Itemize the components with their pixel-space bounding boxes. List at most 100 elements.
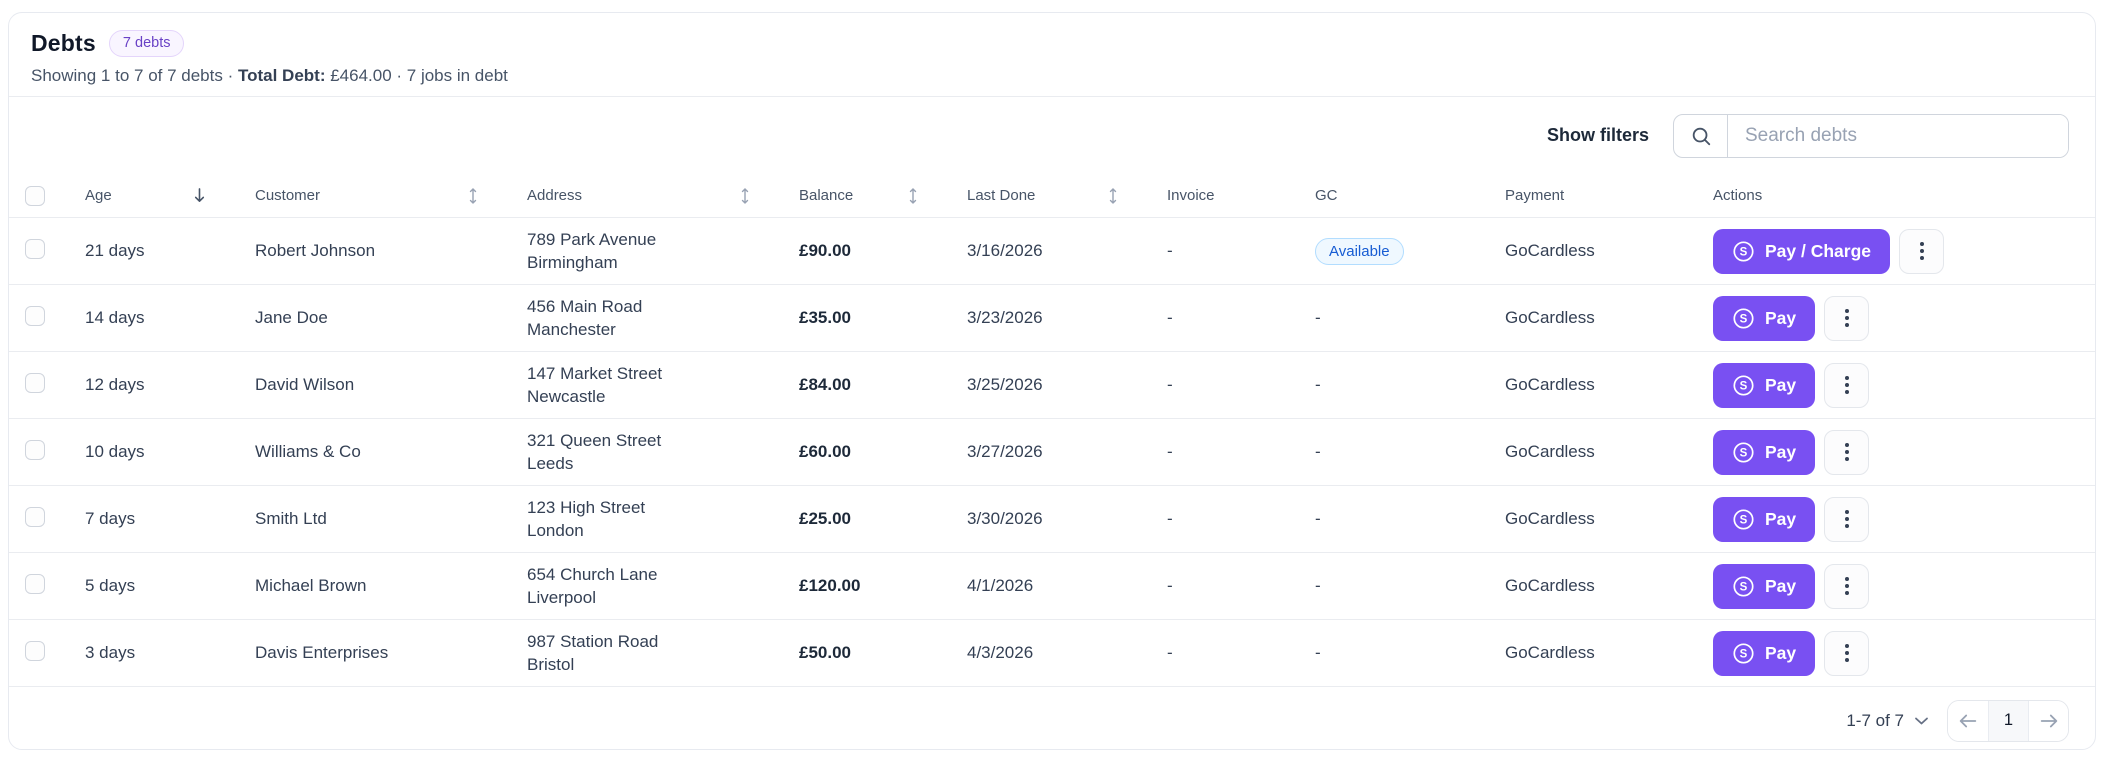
gc-cell: - (1295, 509, 1485, 529)
age-cell: 3 days (85, 643, 136, 662)
gc-status: - (1315, 509, 1321, 528)
column-header-customer[interactable]: Customer (235, 187, 507, 205)
previous-page-button[interactable] (1948, 700, 1988, 741)
pay-button-label: Pay (1765, 508, 1797, 529)
search-input[interactable] (1728, 114, 2068, 157)
search-icon (1674, 114, 1728, 157)
vertical-ellipsis-icon (1844, 517, 1849, 521)
svg-text:S: S (1740, 514, 1748, 526)
address-line-1: 321 Queen Street (527, 430, 662, 450)
column-header-balance[interactable]: Balance (779, 187, 947, 205)
column-header-last-done[interactable]: Last Done (947, 187, 1147, 205)
customer-cell: David Wilson (255, 375, 355, 394)
column-header-age[interactable]: Age (65, 187, 235, 204)
last-done-cell: 3/27/2026 (967, 442, 1043, 461)
row-checkbox[interactable] (25, 305, 45, 326)
select-all-checkbox[interactable] (25, 185, 45, 206)
svg-text:S: S (1740, 648, 1748, 660)
column-label: Last Done (967, 187, 1036, 204)
row-select-cell (9, 372, 65, 398)
invoice-cell: - (1167, 241, 1173, 260)
table-row: 21 days Robert Johnson 789 Park Avenue B… (9, 218, 2095, 285)
row-select-cell (9, 640, 65, 666)
row-checkbox[interactable] (25, 439, 45, 460)
payment-cell: GoCardless (1505, 576, 1595, 595)
arrow-left-icon (1959, 714, 1977, 727)
page-range-dropdown[interactable]: 1-7 of 7 (1846, 711, 1929, 731)
pay-button-label: Pay (1765, 307, 1797, 328)
address-cell: 147 Market Street Newcastle (507, 362, 779, 409)
address-line-1: 123 High Street (527, 497, 646, 517)
gc-cell: - (1295, 643, 1485, 663)
gc-status: - (1315, 442, 1321, 461)
row-menu-button[interactable] (1899, 228, 1945, 274)
row-checkbox[interactable] (25, 372, 45, 393)
row-menu-button[interactable] (1824, 563, 1870, 609)
address-line-1: 147 Market Street (527, 363, 663, 383)
gc-cell: - (1295, 308, 1485, 328)
address-line-2: Liverpool (527, 588, 596, 607)
row-checkbox[interactable] (25, 506, 45, 527)
arrow-down-icon (194, 188, 205, 202)
customer-cell: Smith Ltd (255, 509, 327, 528)
svg-text:S: S (1740, 447, 1748, 459)
table-toolbar: Show filters (9, 97, 2095, 174)
summary-line: Showing 1 to 7 of 7 debts · Total Debt: … (31, 66, 2073, 86)
vertical-ellipsis-icon (1919, 249, 1924, 253)
row-checkbox[interactable] (25, 573, 45, 594)
currency-circle-icon: S (1733, 240, 1754, 262)
pay-button[interactable]: S Pay (1713, 496, 1816, 542)
svg-text:S: S (1740, 313, 1748, 325)
show-filters-button[interactable]: Show filters (1547, 125, 1649, 146)
address-line-2: London (527, 521, 584, 540)
pay-button[interactable]: S Pay (1713, 362, 1816, 408)
payment-cell: GoCardless (1505, 643, 1595, 662)
payment-cell: GoCardless (1505, 375, 1595, 394)
column-label: Customer (255, 187, 321, 204)
pay-button[interactable]: S Pay / Charge (1713, 228, 1891, 274)
invoice-cell: - (1167, 375, 1173, 394)
pay-button[interactable]: S Pay (1713, 630, 1816, 676)
row-menu-button[interactable] (1824, 630, 1870, 676)
payment-cell: GoCardless (1505, 509, 1595, 528)
address-cell: 789 Park Avenue Birmingham (507, 228, 779, 275)
address-cell: 456 Main Road Manchester (507, 295, 779, 342)
table-row: 12 days David Wilson 147 Market Street N… (9, 352, 2095, 419)
column-header-actions: Actions (1693, 187, 2095, 204)
next-page-button[interactable] (2028, 700, 2068, 741)
page-range-label: 1-7 of 7 (1846, 710, 1904, 730)
vertical-ellipsis-icon (1844, 316, 1849, 320)
row-menu-button[interactable] (1824, 429, 1870, 475)
balance-cell: £90.00 (799, 241, 851, 260)
actions-cell: S Pay (1693, 563, 2095, 609)
debts-panel: Debts 7 debts Showing 1 to 7 of 7 debts … (8, 12, 2096, 750)
row-checkbox[interactable] (25, 238, 45, 259)
pay-button[interactable]: S Pay (1713, 295, 1816, 341)
svg-text:S: S (1740, 380, 1748, 392)
current-page-button[interactable]: 1 (1988, 700, 2028, 741)
gc-cell: - (1295, 442, 1485, 462)
row-menu-button[interactable] (1824, 362, 1870, 408)
last-done-cell: 4/1/2026 (967, 576, 1034, 595)
last-done-cell: 3/16/2026 (967, 241, 1043, 260)
column-header-address[interactable]: Address (507, 187, 779, 205)
pay-button[interactable]: S Pay (1713, 563, 1816, 609)
row-menu-button[interactable] (1824, 295, 1870, 341)
column-header-invoice: Invoice (1147, 187, 1295, 204)
pay-button[interactable]: S Pay (1713, 429, 1816, 475)
pay-button-label: Pay (1765, 374, 1797, 395)
payment-cell: GoCardless (1505, 308, 1595, 327)
invoice-cell: - (1167, 442, 1173, 461)
age-cell: 12 days (85, 375, 145, 394)
address-cell: 321 Queen Street Leeds (507, 429, 779, 476)
address-line-1: 654 Church Lane (527, 564, 658, 584)
table-row: 14 days Jane Doe 456 Main Road Mancheste… (9, 285, 2095, 352)
row-checkbox[interactable] (25, 640, 45, 661)
debt-count-badge: 7 debts (108, 30, 185, 58)
row-menu-button[interactable] (1824, 496, 1870, 542)
last-done-cell: 3/30/2026 (967, 509, 1043, 528)
table-row: 5 days Michael Brown 654 Church Lane Liv… (9, 553, 2095, 620)
page-title: Debts (31, 30, 96, 57)
row-select-cell (9, 506, 65, 532)
last-done-cell: 3/25/2026 (967, 375, 1043, 394)
